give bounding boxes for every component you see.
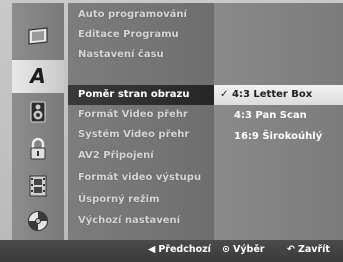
category-recording[interactable] <box>12 171 64 204</box>
hint-previous: ◀ Předchozí <box>148 244 211 255</box>
option-label: 4:3 Pan Scan <box>234 110 307 121</box>
left-arrow-icon: ◀ <box>148 244 156 255</box>
category-icon-column: A <box>12 3 64 240</box>
language-a-icon: A <box>27 64 49 90</box>
option-label: 4:3 Letter Box <box>232 89 313 100</box>
tv-screen-icon <box>27 26 49 49</box>
menu-item-aspect-ratio[interactable]: Poměr stran obrazu <box>68 85 214 105</box>
menu-item-av2-connection[interactable]: AV2 Připojení <box>68 146 214 166</box>
menu-item-auto-programming[interactable]: Auto programování <box>68 5 214 25</box>
option-pan-scan[interactable]: 4:3 Pan Scan <box>214 106 343 126</box>
hint-close: ↶ Zavřít <box>287 244 330 255</box>
category-disc[interactable] <box>12 206 64 239</box>
hint-close-label: Zavřít <box>297 244 330 255</box>
svg-text:A: A <box>28 64 45 86</box>
hint-previous-label: Předchozí <box>158 244 211 255</box>
speaker-icon <box>29 101 47 127</box>
menu-item-program-edit[interactable]: Editace Programu <box>68 25 214 45</box>
footer-hint-bar: ◀ Předchozí ⊙ Výběr ↶ Zavřít <box>0 240 343 262</box>
option-label: 16:9 Širokoúhlý <box>234 131 323 142</box>
category-display[interactable] <box>12 21 64 54</box>
setup-menu-osd: A Auto programování Editace Programu Nas… <box>0 0 343 262</box>
menu-item-vcr-system[interactable]: Systém Video přehr <box>68 125 214 145</box>
option-widescreen[interactable]: 16:9 Širokoúhlý <box>214 127 343 147</box>
menu-item-factory-reset[interactable]: Výchozí nastavení <box>68 211 214 231</box>
disc-icon <box>27 210 49 236</box>
option-letter-box[interactable]: ✓ 4:3 Letter Box <box>214 85 343 105</box>
menu-item-power-save[interactable]: Úsporný režim <box>68 190 214 210</box>
options-panel: ✓ 4:3 Letter Box 4:3 Pan Scan 16:9 Široko… <box>214 3 343 240</box>
category-lock[interactable] <box>12 134 64 167</box>
category-language[interactable]: A <box>12 60 64 93</box>
hint-select: ⊙ Výběr <box>222 244 264 255</box>
settings-menu: Auto programování Editace Programu Nasta… <box>68 3 214 240</box>
checkmark-icon: ✓ <box>220 89 229 100</box>
category-audio[interactable] <box>12 97 64 130</box>
film-strip-icon <box>29 175 47 201</box>
hint-select-label: Výběr <box>232 244 265 255</box>
menu-item-vcr-format[interactable]: Formát Video přehr <box>68 105 214 125</box>
lock-icon <box>29 137 47 164</box>
menu-item-video-output-format[interactable]: Formát video výstupu <box>68 168 214 188</box>
enter-button-icon: ⊙ <box>222 244 230 255</box>
return-icon: ↶ <box>287 244 295 255</box>
menu-item-clock-set[interactable]: Nastavení času <box>68 45 214 65</box>
